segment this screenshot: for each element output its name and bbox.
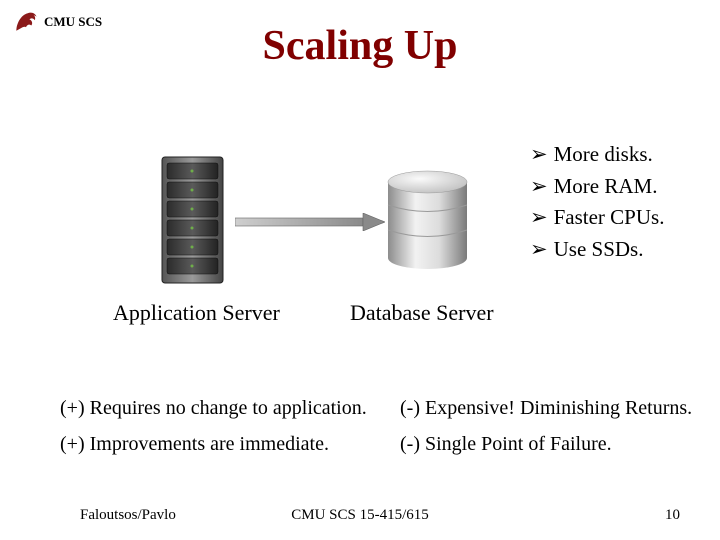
footer-course: CMU SCS 15-415/615 [0, 507, 720, 524]
architecture-diagram [150, 145, 450, 295]
pro-item: (+) Improvements are immediate. [60, 426, 367, 462]
slide-title: Scaling Up [0, 22, 720, 70]
upgrade-bullets: ➢ More disks. ➢ More RAM. ➢ Faster CPUs. ➢ U… [530, 139, 664, 265]
arrow-icon [235, 213, 385, 231]
pros-list: (+) Requires no change to application. (… [60, 390, 367, 462]
bullet-arrow-icon: ➢ [530, 238, 548, 261]
bullet-text: Use SSDs. [554, 237, 644, 261]
bullet-item: ➢ More RAM. [530, 171, 664, 203]
bullet-text: More disks. [554, 142, 653, 166]
con-item: (-) Single Point of Failure. [400, 426, 692, 462]
bullet-arrow-icon: ➢ [530, 143, 548, 166]
pro-item: (+) Requires no change to application. [60, 390, 367, 426]
con-item: (-) Expensive! Diminishing Returns. [400, 390, 692, 426]
bullet-arrow-icon: ➢ [530, 206, 548, 229]
bullet-text: Faster CPUs. [554, 205, 665, 229]
database-icon [385, 170, 470, 270]
bullet-item: ➢ Use SSDs. [530, 234, 664, 266]
caption-database-server: Database Server [350, 300, 494, 326]
bullet-item: ➢ Faster CPUs. [530, 202, 664, 234]
server-rack-icon [160, 155, 225, 285]
bullet-text: More RAM. [554, 174, 658, 198]
cons-list: (-) Expensive! Diminishing Returns. (-) … [400, 390, 692, 462]
footer-page-number: 10 [665, 507, 680, 524]
caption-application-server: Application Server [113, 300, 280, 326]
bullet-arrow-icon: ➢ [530, 175, 548, 198]
bullet-item: ➢ More disks. [530, 139, 664, 171]
